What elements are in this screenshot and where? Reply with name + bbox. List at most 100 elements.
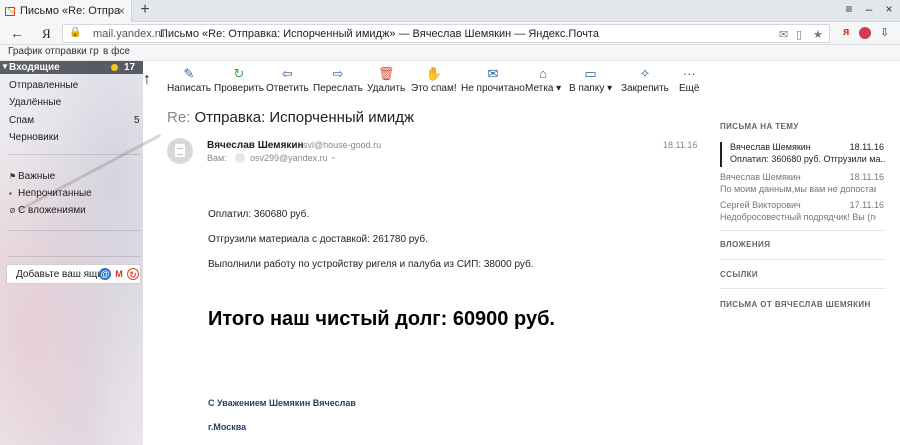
thread-heading: ПИСЬМА НА ТЕМУ: [720, 122, 799, 131]
signature-city: г.Москва: [208, 422, 247, 432]
thread-snippet: По моим данным,мы вам не допостав...: [720, 184, 876, 194]
mail-favicon-icon: [5, 6, 15, 16]
back-arrow-icon[interactable]: ←: [10, 25, 24, 41]
add-mailbox-button[interactable]: Добавьте ваш ящик @ M ↻: [6, 264, 141, 284]
chevron-down-icon[interactable]: ⌄: [330, 152, 337, 161]
star-icon[interactable]: ★: [813, 28, 823, 41]
sidebar-item-sent[interactable]: Отправленные: [9, 80, 78, 91]
pin-icon: ✧: [639, 66, 651, 81]
folder-icon: ▭: [584, 66, 597, 81]
unread-dot-icon[interactable]: [111, 64, 118, 71]
body-line: Выполнили работу по устройству ригеля и …: [208, 259, 534, 270]
divider: [8, 154, 141, 155]
label-button[interactable]: ⌂ Метка ▾: [525, 66, 561, 94]
mail-icon[interactable]: ✉: [779, 28, 788, 41]
minimize-icon[interactable]: –: [860, 2, 878, 16]
toolbar-label: Переслать: [313, 83, 363, 94]
at-icon: @: [99, 268, 111, 280]
menu-icon[interactable]: ≡: [840, 2, 858, 16]
thread-item[interactable]: Вячеслав Шемякин 18.11.16 По моим данным…: [720, 172, 886, 197]
toolbar-label: Метка ▾: [525, 83, 562, 94]
url-page-title: Письмо «Re: Отправка: Испорченный имидж»…: [160, 28, 599, 40]
sidebar-item-label: Важные: [18, 171, 56, 182]
forward-icon: ⇨: [332, 66, 344, 81]
envelope-icon: ▪: [9, 189, 12, 198]
more-button[interactable]: ··· Ещё: [679, 66, 699, 94]
recipient-avatar: [235, 153, 245, 163]
divider: [720, 230, 886, 231]
toolbar-label: Ответить: [266, 83, 309, 94]
reply-button[interactable]: ⇦ Ответить: [266, 66, 309, 94]
attachments-section[interactable]: ВЛОЖЕНИЯ: [720, 240, 770, 249]
thread-date: 17.11.16: [849, 200, 884, 210]
spam-button[interactable]: ✋ Это спам!: [411, 66, 457, 94]
mark-unread-button[interactable]: ✉ Не прочитано: [461, 66, 525, 94]
yandex-ext-icon[interactable]: я: [843, 26, 849, 38]
unread-count: 17: [124, 62, 136, 73]
sidebar-item-attachments[interactable]: ⊘ С вложениями: [9, 205, 86, 216]
check-mail-button[interactable]: ↻ Проверить: [214, 66, 264, 94]
back-arrow-icon[interactable]: ↑: [137, 71, 157, 89]
toolbar-label: Написать: [167, 83, 211, 94]
thread-snippet: Оплатил: 360680 руб. Отгрузили ма...: [730, 154, 886, 164]
pin-button[interactable]: ✧ Закрепить: [621, 66, 669, 94]
compose-button[interactable]: ✎ Написать: [167, 66, 211, 94]
bookmark-item[interactable]: График отправки гр: [8, 46, 99, 57]
close-icon[interactable]: ×: [118, 4, 125, 18]
download-icon[interactable]: ⇩: [880, 26, 889, 39]
body-line: Оплатил: 360680 руб.: [208, 209, 310, 220]
envelope-icon: ✉: [487, 66, 499, 81]
browser-tab[interactable]: Письмо «Re: Отправка: И ×: [0, 0, 132, 22]
toolbar-label: Закрепить: [621, 83, 669, 94]
links-section[interactable]: ССЫЛКИ: [720, 270, 758, 279]
signature-line: С Уважением Шемякин Вячеслав: [208, 398, 356, 408]
document-icon: [175, 144, 185, 157]
more-icon: ···: [682, 66, 696, 81]
trash-icon: 🗑: [377, 66, 395, 81]
divider: [720, 259, 886, 260]
gmail-icon: M: [113, 268, 125, 280]
sidebar-item-drafts[interactable]: Черновики: [9, 132, 59, 143]
forward-button[interactable]: ⇨ Переслать: [313, 66, 363, 94]
sidebar-item-inbox[interactable]: ▼ Входящие 17: [0, 61, 143, 74]
folder-sidebar: ▼ Входящие 17 Отправленные Удалённые Спа…: [0, 61, 162, 445]
sidebar-item-label: Входящие: [9, 62, 60, 73]
flag-icon: ⚑: [9, 172, 17, 181]
refresh-icon: ↻: [127, 268, 139, 280]
body-line: Отгрузили материала с доставкой: 261780 …: [208, 234, 428, 245]
thread-date: 18.11.16: [849, 172, 884, 182]
thread-sender: Сергей Викторович: [720, 200, 801, 210]
account-icon[interactable]: [859, 27, 871, 39]
thread-date: 18.11.16: [849, 142, 884, 152]
toolbar-label: Удалить: [367, 83, 406, 94]
sidebar-item-unread[interactable]: ▪ Непрочитанные: [9, 188, 92, 199]
add-mailbox-label: Добавьте ваш ящик: [16, 269, 108, 280]
toolbar-label: Это спам!: [411, 83, 457, 94]
sender-email[interactable]: svl@house-good.ru: [303, 140, 381, 150]
url-field[interactable]: 🔒 mail.yandex.ru Письмо «Re: Отправка: И…: [62, 24, 830, 43]
browser-tabbar: Письмо «Re: Отправка: И × + ≡ – ×: [0, 0, 900, 22]
sender-name[interactable]: Вячеслав Шемякин: [207, 140, 304, 151]
sidebar-item-important[interactable]: ⚑ Важные: [9, 171, 55, 182]
chevron-down-icon[interactable]: ▼: [1, 62, 9, 71]
move-to-folder-button[interactable]: ▭ В папку ▾: [569, 66, 612, 94]
delete-button[interactable]: 🗑 Удалить: [367, 66, 405, 94]
bookmark-item[interactable]: в фсе: [103, 46, 130, 57]
window-close-icon[interactable]: ×: [880, 2, 898, 16]
mail-toolbar: ↑ ✎ Написать ↻ Проверить ⇦ Ответить ⇨ Пе…: [143, 61, 900, 103]
recipient-email[interactable]: osv299@yandex.ru: [250, 153, 328, 163]
thread-item[interactable]: Вячеслав Шемякин 18.11.16 Оплатил: 36068…: [720, 142, 886, 167]
tab-title: Письмо «Re: Отправка: И: [20, 5, 120, 17]
reader-icon[interactable]: ▯: [796, 28, 802, 41]
sender-letters-section[interactable]: ПИСЬМА ОТ ВЯЧЕСЛАВ ШЕМЯКИН: [720, 300, 871, 309]
thread-sender: Вячеслав Шемякин: [730, 142, 811, 152]
sidebar-item-deleted[interactable]: Удалённые: [9, 97, 61, 108]
thread-item[interactable]: Сергей Викторович 17.11.16 Недобросовест…: [720, 200, 886, 225]
toolbar-label: Ещё: [679, 83, 700, 94]
reply-icon: ⇦: [281, 66, 293, 81]
thread-sender: Вячеслав Шемякин: [720, 172, 801, 182]
new-tab-icon[interactable]: +: [137, 1, 153, 19]
bookmarks-bar: График отправки гр в фсе: [0, 45, 900, 61]
sidebar-item-spam[interactable]: Спам: [9, 115, 34, 126]
yandex-logo[interactable]: Я: [42, 26, 51, 42]
